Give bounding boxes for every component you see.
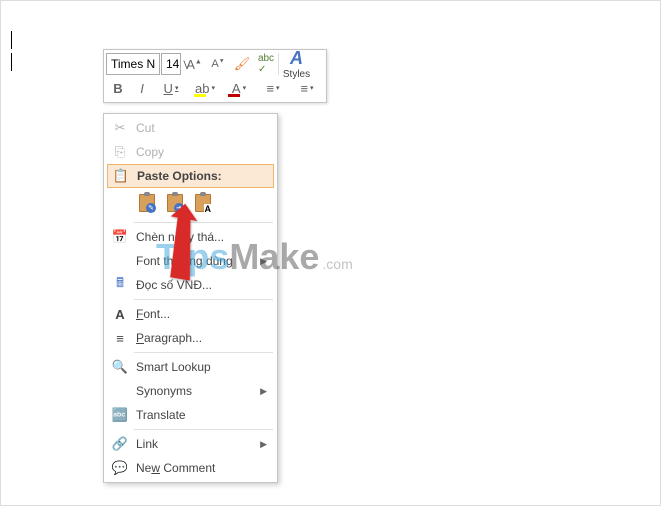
increase-font-button[interactable]: A▲ — [182, 53, 206, 75]
italic-button[interactable]: I — [130, 77, 154, 99]
font-size-value: 14 — [166, 57, 179, 71]
menu-link[interactable]: 🔗 Link ▶ — [104, 432, 277, 456]
chevron-down-icon: ⋁ — [159, 59, 160, 70]
paintbrush-badge-icon: ✎ — [146, 203, 156, 213]
arrow-badge-icon: ➜ — [174, 203, 184, 213]
menu-synonyms[interactable]: Synonyms ▶ — [104, 379, 277, 403]
font-size-select[interactable]: 14 ⋁ — [161, 53, 181, 75]
bullets-button[interactable]: ≡▾ — [256, 77, 290, 99]
paste-merge-button[interactable]: ➜ — [162, 190, 188, 216]
styles-button[interactable]: A Styles — [278, 53, 314, 75]
bullets-icon: ≡ — [266, 81, 274, 96]
menu-smart-lookup[interactable]: 🔍 Smart Lookup — [104, 355, 277, 379]
paste-text-only-button[interactable]: A — [190, 190, 216, 216]
font-name-value: Times N — [111, 57, 155, 71]
paste-icon: 📋 — [109, 166, 133, 186]
copy-icon: ⎘ — [108, 142, 132, 162]
text-a-icon: A — [204, 204, 213, 214]
spell-check-button[interactable]: abc✓ — [254, 53, 278, 75]
paste-options-row: ✎ ➜ A — [104, 188, 277, 220]
link-icon: 🔗 — [108, 434, 132, 454]
numbering-icon: ≡ — [300, 81, 308, 96]
paragraph-icon: ≡ — [108, 328, 132, 348]
separator — [134, 429, 273, 430]
mini-toolbar: Times N ⋁ 14 ⋁ A▲ A▼ 🖌 abc✓ A Styles B I… — [103, 49, 327, 103]
menu-cut: ✂ Cut — [104, 116, 277, 140]
separator — [134, 222, 273, 223]
calculator-icon: 🖩 — [108, 275, 132, 295]
format-painter-button[interactable]: 🖌 — [230, 53, 254, 75]
separator — [134, 352, 273, 353]
blank-icon — [108, 381, 132, 401]
increase-font-icon: A▲ — [186, 57, 202, 72]
submenu-arrow-icon: ▶ — [260, 439, 273, 450]
bold-button[interactable]: B — [106, 77, 130, 99]
menu-insert-date[interactable]: 📅 Chèn ngày thá... — [104, 225, 277, 249]
decrease-font-icon: A▼ — [211, 58, 224, 70]
cut-icon: ✂ — [108, 118, 132, 138]
search-icon: 🔍 — [108, 357, 132, 377]
separator — [134, 299, 273, 300]
menu-copy: ⎘ Copy — [104, 140, 277, 164]
blank-icon — [108, 251, 132, 271]
menu-read-vnd[interactable]: 🖩 Đọc số VNĐ... — [104, 273, 277, 297]
decrease-font-button[interactable]: A▼ — [206, 53, 230, 75]
comment-icon: 💬 — [108, 458, 132, 478]
context-menu: ✂ Cut ⎘ Copy 📋 Paste Options: ✎ ➜ A 📅 Ch… — [103, 113, 278, 483]
highlight-button[interactable]: ab ▾ — [188, 77, 222, 99]
styles-icon: A — [290, 48, 303, 69]
numbering-button[interactable]: ≡▾ — [290, 77, 324, 99]
underline-button[interactable]: U▾ — [154, 77, 188, 99]
font-icon: A — [108, 304, 132, 324]
spell-check-icon: abc✓ — [258, 53, 274, 75]
menu-translate[interactable]: 🔤 Translate — [104, 403, 277, 427]
menu-paste-options-header: 📋 Paste Options: — [107, 164, 274, 188]
menu-default-font[interactable]: Font thường dùng ▶ — [104, 249, 277, 273]
font-name-select[interactable]: Times N ⋁ — [106, 53, 160, 75]
submenu-arrow-icon: ▶ — [260, 386, 273, 397]
calendar-icon: 📅 — [108, 227, 132, 247]
menu-new-comment[interactable]: 💬 New Comment — [104, 456, 277, 480]
translate-icon: 🔤 — [108, 405, 132, 425]
paste-keep-source-button[interactable]: ✎ — [134, 190, 160, 216]
menu-paragraph[interactable]: ≡ Paragraph... — [104, 326, 277, 350]
submenu-arrow-icon: ▶ — [260, 256, 273, 267]
menu-font[interactable]: A Font... — [104, 302, 277, 326]
font-color-button[interactable]: A ▾ — [222, 77, 256, 99]
brush-icon: 🖌 — [234, 56, 251, 72]
